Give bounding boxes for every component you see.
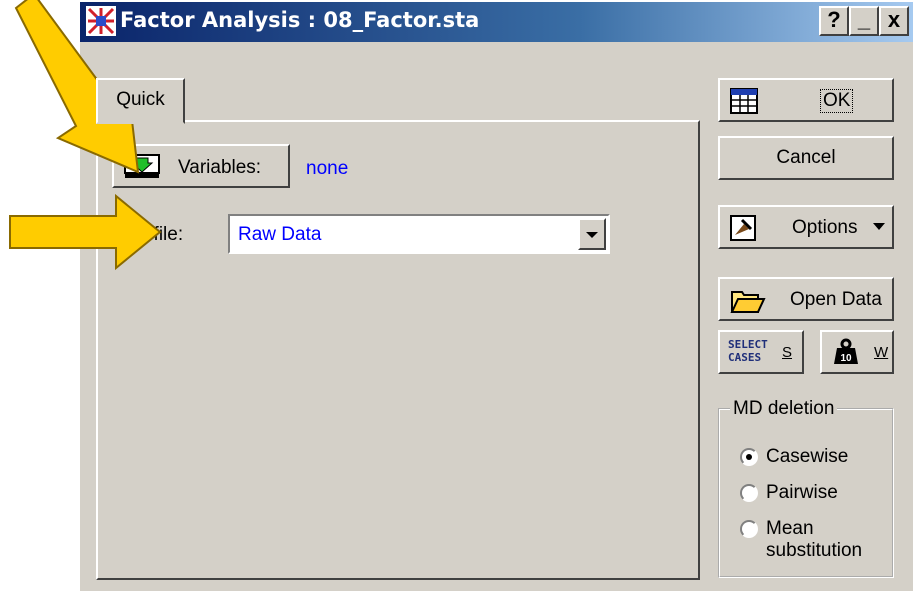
- pointer-arrow: [9, 193, 162, 271]
- tab-quick[interactable]: Quick: [96, 78, 185, 124]
